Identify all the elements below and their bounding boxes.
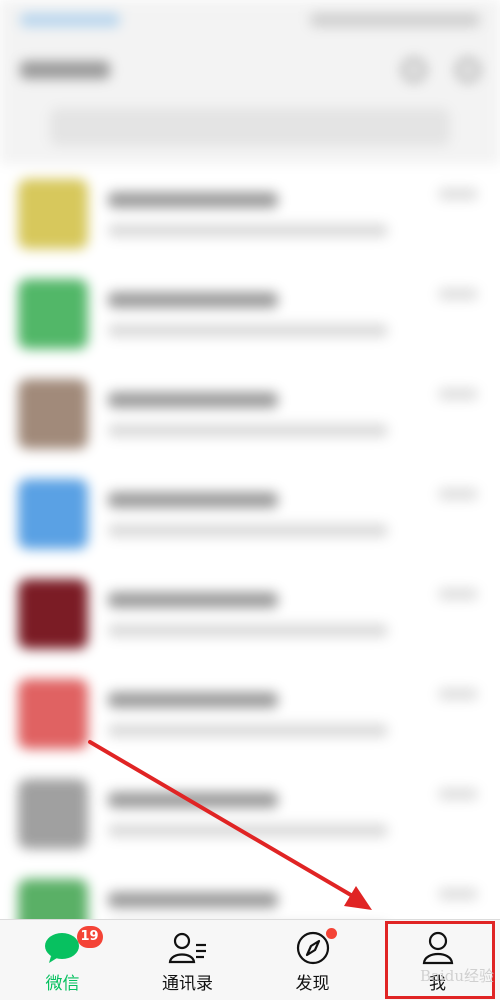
annotation-arrow bbox=[88, 740, 372, 910]
